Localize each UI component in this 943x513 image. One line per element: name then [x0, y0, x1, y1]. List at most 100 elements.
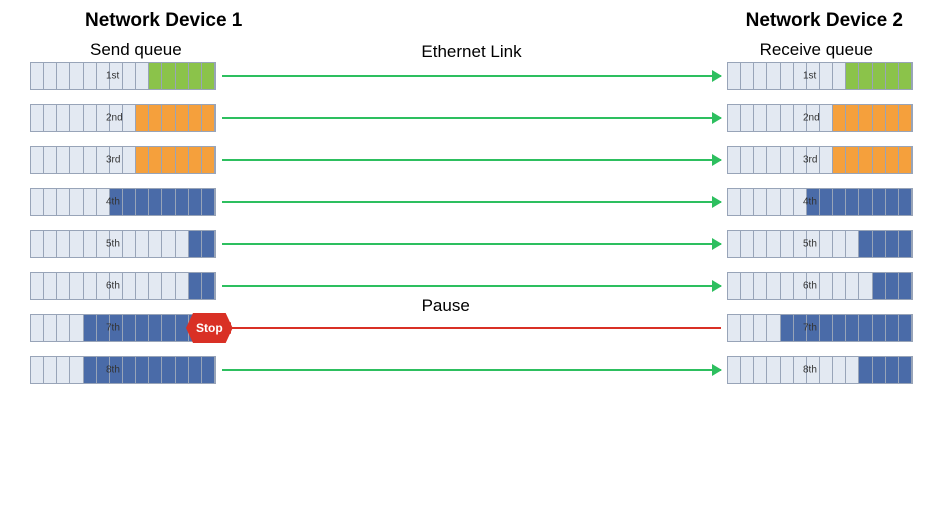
queue-cell [189, 231, 202, 257]
link-row [222, 356, 721, 384]
queue-cell [44, 189, 57, 215]
queue-cell [162, 63, 175, 89]
queue-cell [202, 273, 215, 299]
queue-cell [886, 315, 899, 341]
receive-queue-row: 7th [727, 314, 913, 342]
queue-cell [781, 189, 794, 215]
queue-cell [886, 63, 899, 89]
ethernet-arrow [222, 285, 721, 287]
queue-cell [767, 231, 780, 257]
queue-cell [741, 105, 754, 131]
queue-label: 1st [106, 71, 119, 82]
queue-cell [873, 147, 886, 173]
ethernet-arrow [222, 243, 721, 245]
queue-cell [44, 147, 57, 173]
queue-label: 4th [803, 197, 817, 208]
queue-label: 7th [106, 323, 120, 334]
queue-cell [31, 147, 44, 173]
queue-cell [84, 273, 97, 299]
queue-cell [84, 189, 97, 215]
queue-cell [781, 231, 794, 257]
queue-cell [149, 63, 162, 89]
queue-cell [899, 315, 912, 341]
queue-cell [176, 357, 189, 383]
queue-cell [754, 189, 767, 215]
queue-cell [189, 63, 202, 89]
queue-label: 8th [803, 365, 817, 376]
queue-cell [859, 231, 872, 257]
queue-cell [741, 147, 754, 173]
send-queue-row: 5th [30, 230, 216, 258]
queue-cell [57, 273, 70, 299]
queue-cell [820, 273, 833, 299]
queue-cell [820, 189, 833, 215]
queue-cell [189, 357, 202, 383]
queue-cell [754, 147, 767, 173]
queue-cell [84, 315, 97, 341]
queue-cell [846, 63, 859, 89]
queue-cell [833, 147, 846, 173]
ethernet-arrow [222, 117, 721, 119]
queue-cell [57, 63, 70, 89]
queue-cell [899, 147, 912, 173]
stop-badge: Stop [186, 313, 233, 343]
queue-cell [820, 147, 833, 173]
queue-cell [202, 231, 215, 257]
queue-cell [31, 273, 44, 299]
queue-cell [741, 63, 754, 89]
receive-queue-row: 5th [727, 230, 913, 258]
queue-cell [57, 189, 70, 215]
queue-cell [781, 315, 794, 341]
queue-cell [84, 357, 97, 383]
queue-cell [123, 63, 136, 89]
queue-cell [846, 273, 859, 299]
queue-cell [176, 105, 189, 131]
queue-cell [767, 63, 780, 89]
queue-cell [781, 147, 794, 173]
queue-cell [846, 315, 859, 341]
queue-cell [846, 189, 859, 215]
queue-cell [162, 315, 175, 341]
queue-cell [728, 105, 741, 131]
queue-cell [873, 105, 886, 131]
link-column: Ethernet LinkPauseStop [216, 62, 727, 384]
queue-cell [754, 63, 767, 89]
queue-cell [886, 357, 899, 383]
queue-cell [886, 147, 899, 173]
queue-cell [741, 189, 754, 215]
queue-label: 3rd [106, 155, 120, 166]
queue-cell [136, 189, 149, 215]
link-row [222, 104, 721, 132]
ethernet-link-label: Ethernet Link [421, 42, 521, 62]
queue-cell [189, 105, 202, 131]
queue-cell [202, 357, 215, 383]
queue-label: 7th [803, 323, 817, 334]
device2-title: Network Device 2 [746, 10, 903, 32]
send-queue-row: 1st [30, 62, 216, 90]
queue-cell [767, 105, 780, 131]
queue-cell [728, 357, 741, 383]
queue-cell [781, 273, 794, 299]
queue-cell [70, 189, 83, 215]
queue-label: 4th [106, 197, 120, 208]
queue-cell [44, 315, 57, 341]
queue-cell [859, 105, 872, 131]
queue-cell [123, 105, 136, 131]
queue-cell [123, 189, 136, 215]
queue-cell [162, 273, 175, 299]
queue-cell [189, 147, 202, 173]
queue-cell [886, 231, 899, 257]
queue-cell [123, 315, 136, 341]
queue-cell [741, 231, 754, 257]
queue-cell [70, 357, 83, 383]
queue-label: 8th [106, 365, 120, 376]
receive-queue-row: 2nd [727, 104, 913, 132]
queue-cell [754, 315, 767, 341]
queue-cell [162, 189, 175, 215]
queue-cell [728, 315, 741, 341]
queue-cell [754, 231, 767, 257]
link-row [222, 146, 721, 174]
queue-cell [833, 357, 846, 383]
queue-cell [846, 357, 859, 383]
queue-cell [899, 273, 912, 299]
